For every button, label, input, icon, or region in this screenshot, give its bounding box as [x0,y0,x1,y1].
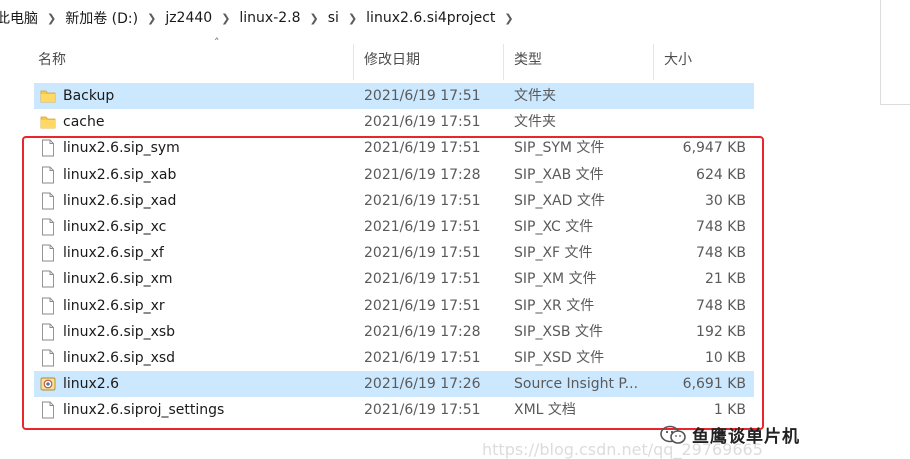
file-type: 文件夹 [514,88,556,104]
wechat-account-name: 鱼鹰谈单片机 [692,427,800,447]
column-header-name[interactable]: 名称 [28,44,354,80]
folder-icon [40,87,56,105]
breadcrumb-item-this-pc[interactable]: 此电脑 [0,8,43,28]
breadcrumb-item-si4project[interactable]: linux2.6.si4project [361,10,500,26]
chevron-right-icon[interactable]: ❯ [217,12,234,25]
file-row[interactable]: cache 2021/6/19 17:51 文件夹 [34,109,754,135]
chevron-right-icon[interactable]: ❯ [500,12,517,25]
chevron-right-icon[interactable]: ❯ [306,12,323,25]
breadcrumb-item-jz2440[interactable]: jz2440 [160,10,217,26]
wechat-icon [660,425,686,444]
wechat-badge: 鱼鹰谈单片机 [660,422,800,447]
folder-icon [40,113,56,131]
file-name[interactable]: cache [63,109,104,135]
column-header-row: ˄ 名称 修改日期 类型 大小 [28,36,756,80]
file-date: 2021/6/19 17:51 [364,88,481,104]
breadcrumb-item-drive[interactable]: 新加卷 (D:) [60,8,143,28]
column-header-size[interactable]: 大小 [654,44,756,80]
file-date: 2021/6/19 17:51 [364,114,481,131]
chevron-right-icon[interactable]: ❯ [43,12,60,25]
file-name[interactable]: Backup [63,83,114,109]
file-row[interactable]: Backup 2021/6/19 17:51 文件夹 [34,83,754,110]
column-header-type[interactable]: 类型 [504,44,654,80]
chevron-right-icon[interactable]: ❯ [344,12,361,25]
breadcrumb: 此电脑 ❯ 新加卷 (D:) ❯ jz2440 ❯ linux-2.8 ❯ si… [0,0,840,36]
breadcrumb-item-si[interactable]: si [323,10,344,26]
column-header-date[interactable]: 修改日期 [354,44,504,80]
breadcrumb-item-linux-2-8[interactable]: linux-2.8 [234,10,305,26]
chevron-right-icon[interactable]: ❯ [143,12,160,25]
side-panel-frame [880,0,910,105]
highlight-box [22,136,764,430]
file-type: 文件夹 [514,114,556,131]
